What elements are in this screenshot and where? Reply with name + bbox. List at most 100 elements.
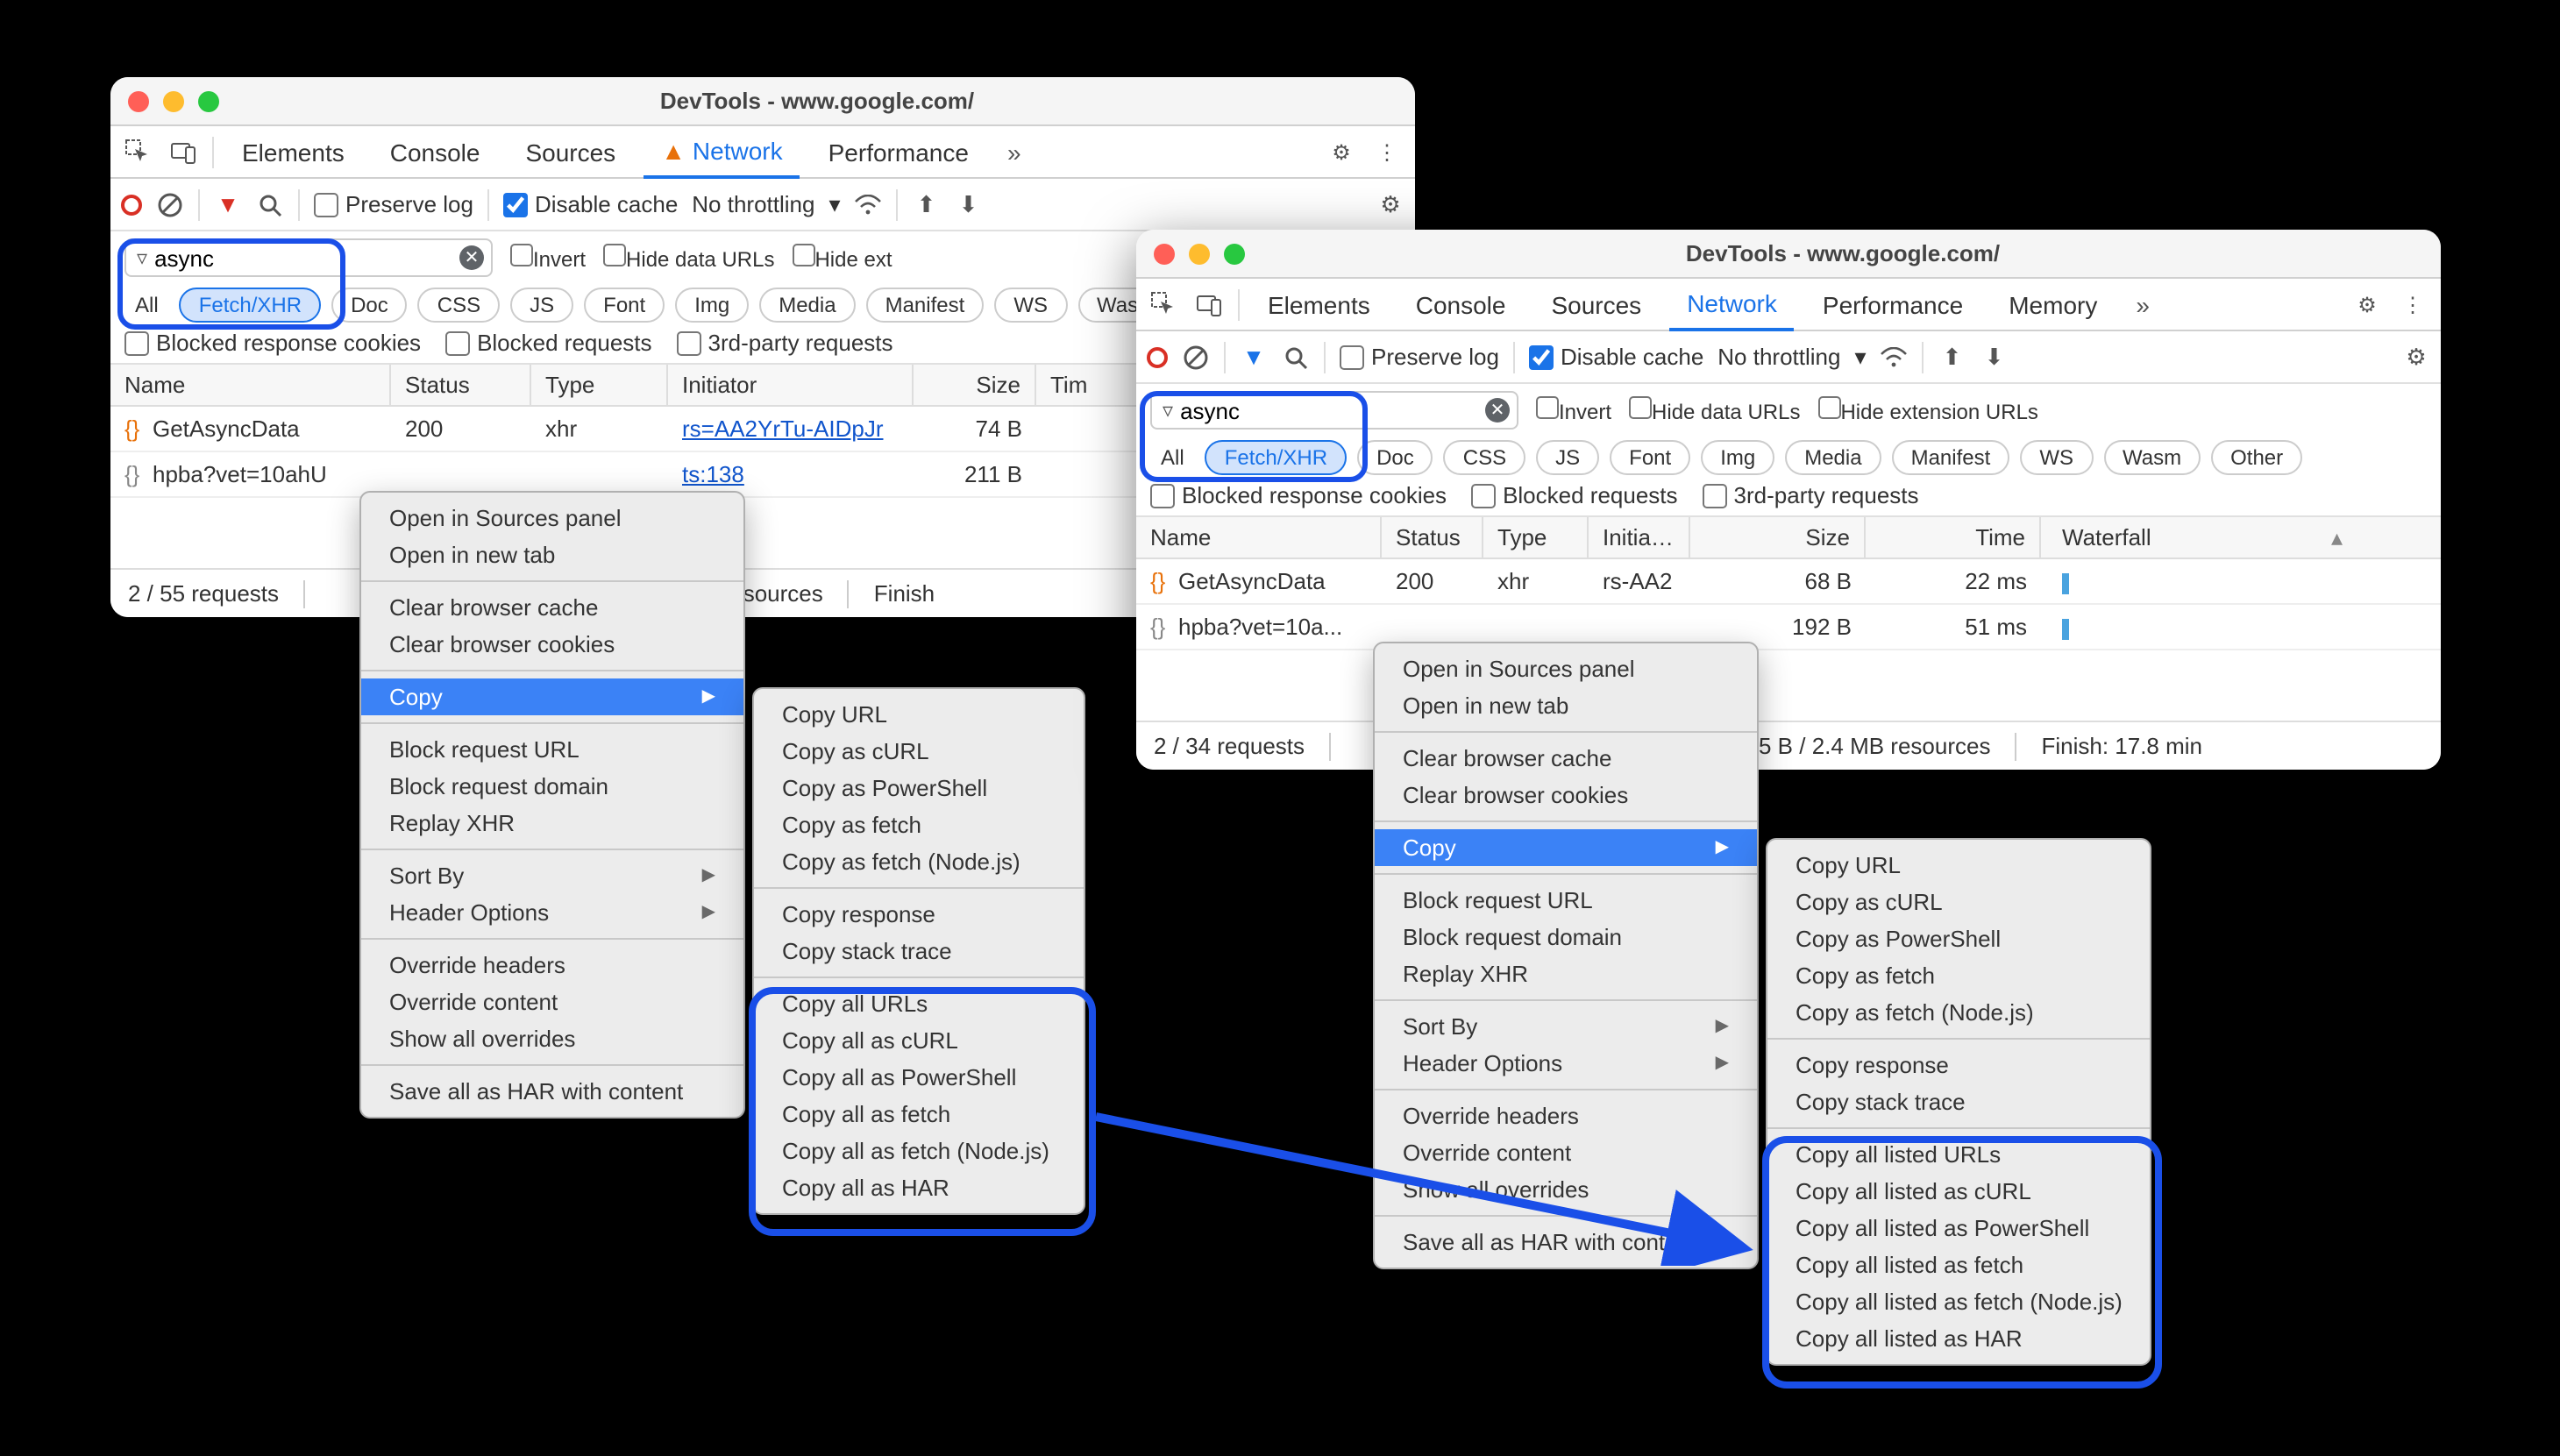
search-icon[interactable]: [1282, 343, 1310, 371]
funnel-icon[interactable]: ▼: [1240, 343, 1268, 371]
menu-item-clear-browser-cache[interactable]: Clear browser cache: [361, 589, 743, 626]
filter-chip-all[interactable]: All: [1150, 442, 1195, 473]
kebab-icon[interactable]: ⋮: [1369, 134, 1404, 169]
menu-item-replay-xhr[interactable]: Replay XHR: [361, 805, 743, 842]
menu-item-copy-as-powershell[interactable]: Copy as PowerShell: [754, 770, 1084, 806]
menu-item-sort-by[interactable]: Sort By▶: [361, 857, 743, 894]
col-initiator[interactable]: Initiator: [668, 365, 914, 405]
menu-item-copy-stack-trace[interactable]: Copy stack trace: [1767, 1083, 2151, 1120]
filter-chip-img[interactable]: Img: [675, 288, 749, 323]
download-icon[interactable]: ⬇: [1980, 343, 2009, 371]
menu-item-copy-as-fetch[interactable]: Copy as fetch: [754, 806, 1084, 843]
col-status[interactable]: Status: [391, 365, 531, 405]
menu-item-override-content[interactable]: Override content: [361, 984, 743, 1020]
preserve-log-checkbox[interactable]: Preserve log: [1340, 344, 1499, 370]
gear-icon[interactable]: ⚙: [1324, 134, 1359, 169]
menu-item-show-all-overrides[interactable]: Show all overrides: [361, 1020, 743, 1057]
close-icon[interactable]: [128, 90, 149, 111]
filter-input[interactable]: ▿ ✕: [124, 238, 493, 277]
blocked-requests-checkbox[interactable]: Blocked requests: [1471, 482, 1677, 508]
menu-item-save-all-as-har-with-content[interactable]: Save all as HAR with content: [361, 1073, 743, 1110]
menu-item-clear-browser-cache[interactable]: Clear browser cache: [1375, 740, 1757, 777]
table-row[interactable]: {}GetAsyncData 200xhr rs-AA2 68 B22 ms: [1136, 559, 2441, 605]
menu-item-copy-all-listed-as-fetch[interactable]: Copy all listed as fetch: [1767, 1246, 2151, 1283]
menu-item-copy-url[interactable]: Copy URL: [754, 696, 1084, 733]
gear-icon[interactable]: ⚙: [2350, 287, 2385, 322]
gear-icon[interactable]: ⚙: [2402, 343, 2430, 371]
throttle-select[interactable]: No throttling: [692, 191, 814, 217]
chevron-down-icon[interactable]: ▾: [1854, 343, 1866, 371]
tab-elements[interactable]: Elements: [1250, 278, 1388, 330]
col-name[interactable]: Name: [1136, 517, 1382, 558]
col-status[interactable]: Status: [1382, 517, 1483, 558]
inspect-icon[interactable]: [121, 134, 156, 169]
filter-chip-css[interactable]: CSS: [418, 288, 500, 323]
filter-input[interactable]: ▿ ✕: [1150, 391, 1518, 430]
filter-chip-manifest[interactable]: Manifest: [866, 288, 985, 323]
filter-chip-css[interactable]: CSS: [1444, 440, 1525, 475]
menu-item-block-request-domain[interactable]: Block request domain: [361, 768, 743, 805]
hide-data-urls-checkbox[interactable]: Hide data URLs: [1629, 396, 1800, 424]
col-type[interactable]: Type: [1483, 517, 1589, 558]
tab-console[interactable]: Console: [1398, 278, 1524, 330]
menu-item-copy-response[interactable]: Copy response: [754, 896, 1084, 933]
col-time[interactable]: Time: [1866, 517, 2041, 558]
clear-filter-icon[interactable]: ✕: [459, 245, 484, 270]
filter-chip-font[interactable]: Font: [584, 288, 665, 323]
table-row[interactable]: {}hpba?vet=10a... 192 B51 ms: [1136, 605, 2441, 650]
funnel-icon[interactable]: ▼: [214, 190, 242, 218]
filter-chip-js[interactable]: JS: [1536, 440, 1599, 475]
tab-sources[interactable]: Sources: [508, 125, 633, 178]
menu-item-open-in-new-tab[interactable]: Open in new tab: [361, 536, 743, 573]
col-time[interactable]: Tim: [1036, 365, 1141, 405]
tab-console[interactable]: Console: [373, 125, 498, 178]
search-icon[interactable]: [256, 190, 284, 218]
clear-icon[interactable]: [1182, 343, 1210, 371]
filter-chip-fetchxhr[interactable]: Fetch/XHR: [1205, 440, 1347, 475]
disable-cache-checkbox[interactable]: Disable cache: [1529, 344, 1703, 370]
minimize-icon[interactable]: [163, 90, 184, 111]
maximize-icon[interactable]: [1224, 243, 1245, 264]
menu-item-copy[interactable]: Copy▶: [1375, 829, 1757, 866]
menu-item-copy-all-as-har[interactable]: Copy all as HAR: [754, 1169, 1084, 1206]
close-icon[interactable]: [1154, 243, 1175, 264]
tab-sources[interactable]: Sources: [1533, 278, 1659, 330]
menu-item-open-in-sources-panel[interactable]: Open in Sources panel: [1375, 650, 1757, 687]
menu-item-copy-as-powershell[interactable]: Copy as PowerShell: [1767, 920, 2151, 957]
record-icon[interactable]: [121, 194, 142, 215]
menu-item-copy-all-listed-as-curl[interactable]: Copy all listed as cURL: [1767, 1173, 2151, 1210]
col-size[interactable]: Size: [914, 365, 1036, 405]
menu-item-copy-all-listed-urls[interactable]: Copy all listed URLs: [1767, 1136, 2151, 1173]
record-icon[interactable]: [1147, 346, 1168, 367]
blocked-requests-checkbox[interactable]: Blocked requests: [445, 330, 651, 356]
blocked-cookies-checkbox[interactable]: Blocked response cookies: [124, 330, 421, 356]
chevron-down-icon[interactable]: ▾: [828, 190, 840, 218]
menu-item-copy-as-fetch--node-js-[interactable]: Copy as fetch (Node.js): [1767, 994, 2151, 1031]
kebab-icon[interactable]: ⋮: [2395, 287, 2430, 322]
menu-item-copy-all-listed-as-fetch--node-js-[interactable]: Copy all listed as fetch (Node.js): [1767, 1283, 2151, 1320]
menu-item-clear-browser-cookies[interactable]: Clear browser cookies: [1375, 777, 1757, 813]
upload-icon[interactable]: ⬆: [913, 190, 941, 218]
menu-item-header-options[interactable]: Header Options▶: [361, 894, 743, 931]
col-size[interactable]: Size: [1690, 517, 1866, 558]
col-initiator[interactable]: Initia…: [1589, 517, 1690, 558]
menu-item-copy-stack-trace[interactable]: Copy stack trace: [754, 933, 1084, 969]
menu-item-copy-as-curl[interactable]: Copy as cURL: [754, 733, 1084, 770]
filter-chip-media[interactable]: Media: [759, 288, 855, 323]
filter-chip-wasm[interactable]: Wasm: [2103, 440, 2201, 475]
invert-checkbox[interactable]: Invert: [510, 244, 586, 272]
hide-ext-urls-checkbox[interactable]: Hide extension URLs: [1817, 396, 2037, 424]
menu-item-copy-all-listed-as-powershell[interactable]: Copy all listed as PowerShell: [1767, 1210, 2151, 1246]
menu-item-copy-all-urls[interactable]: Copy all URLs: [754, 985, 1084, 1022]
menu-item-block-request-url[interactable]: Block request URL: [1375, 882, 1757, 919]
throttle-select[interactable]: No throttling: [1717, 344, 1840, 370]
menu-item-override-headers[interactable]: Override headers: [361, 947, 743, 984]
hide-ext-urls-checkbox[interactable]: Hide ext: [792, 244, 892, 272]
filter-chip-ws[interactable]: WS: [2020, 440, 2093, 475]
filter-chip-ws[interactable]: WS: [994, 288, 1067, 323]
menu-item-copy-all-as-powershell[interactable]: Copy all as PowerShell: [754, 1059, 1084, 1096]
menu-item-copy-as-curl[interactable]: Copy as cURL: [1767, 884, 2151, 920]
tab-elements[interactable]: Elements: [224, 125, 362, 178]
menu-item-copy-all-as-fetch--node-js-[interactable]: Copy all as fetch (Node.js): [754, 1133, 1084, 1169]
gear-icon[interactable]: ⚙: [1376, 190, 1404, 218]
